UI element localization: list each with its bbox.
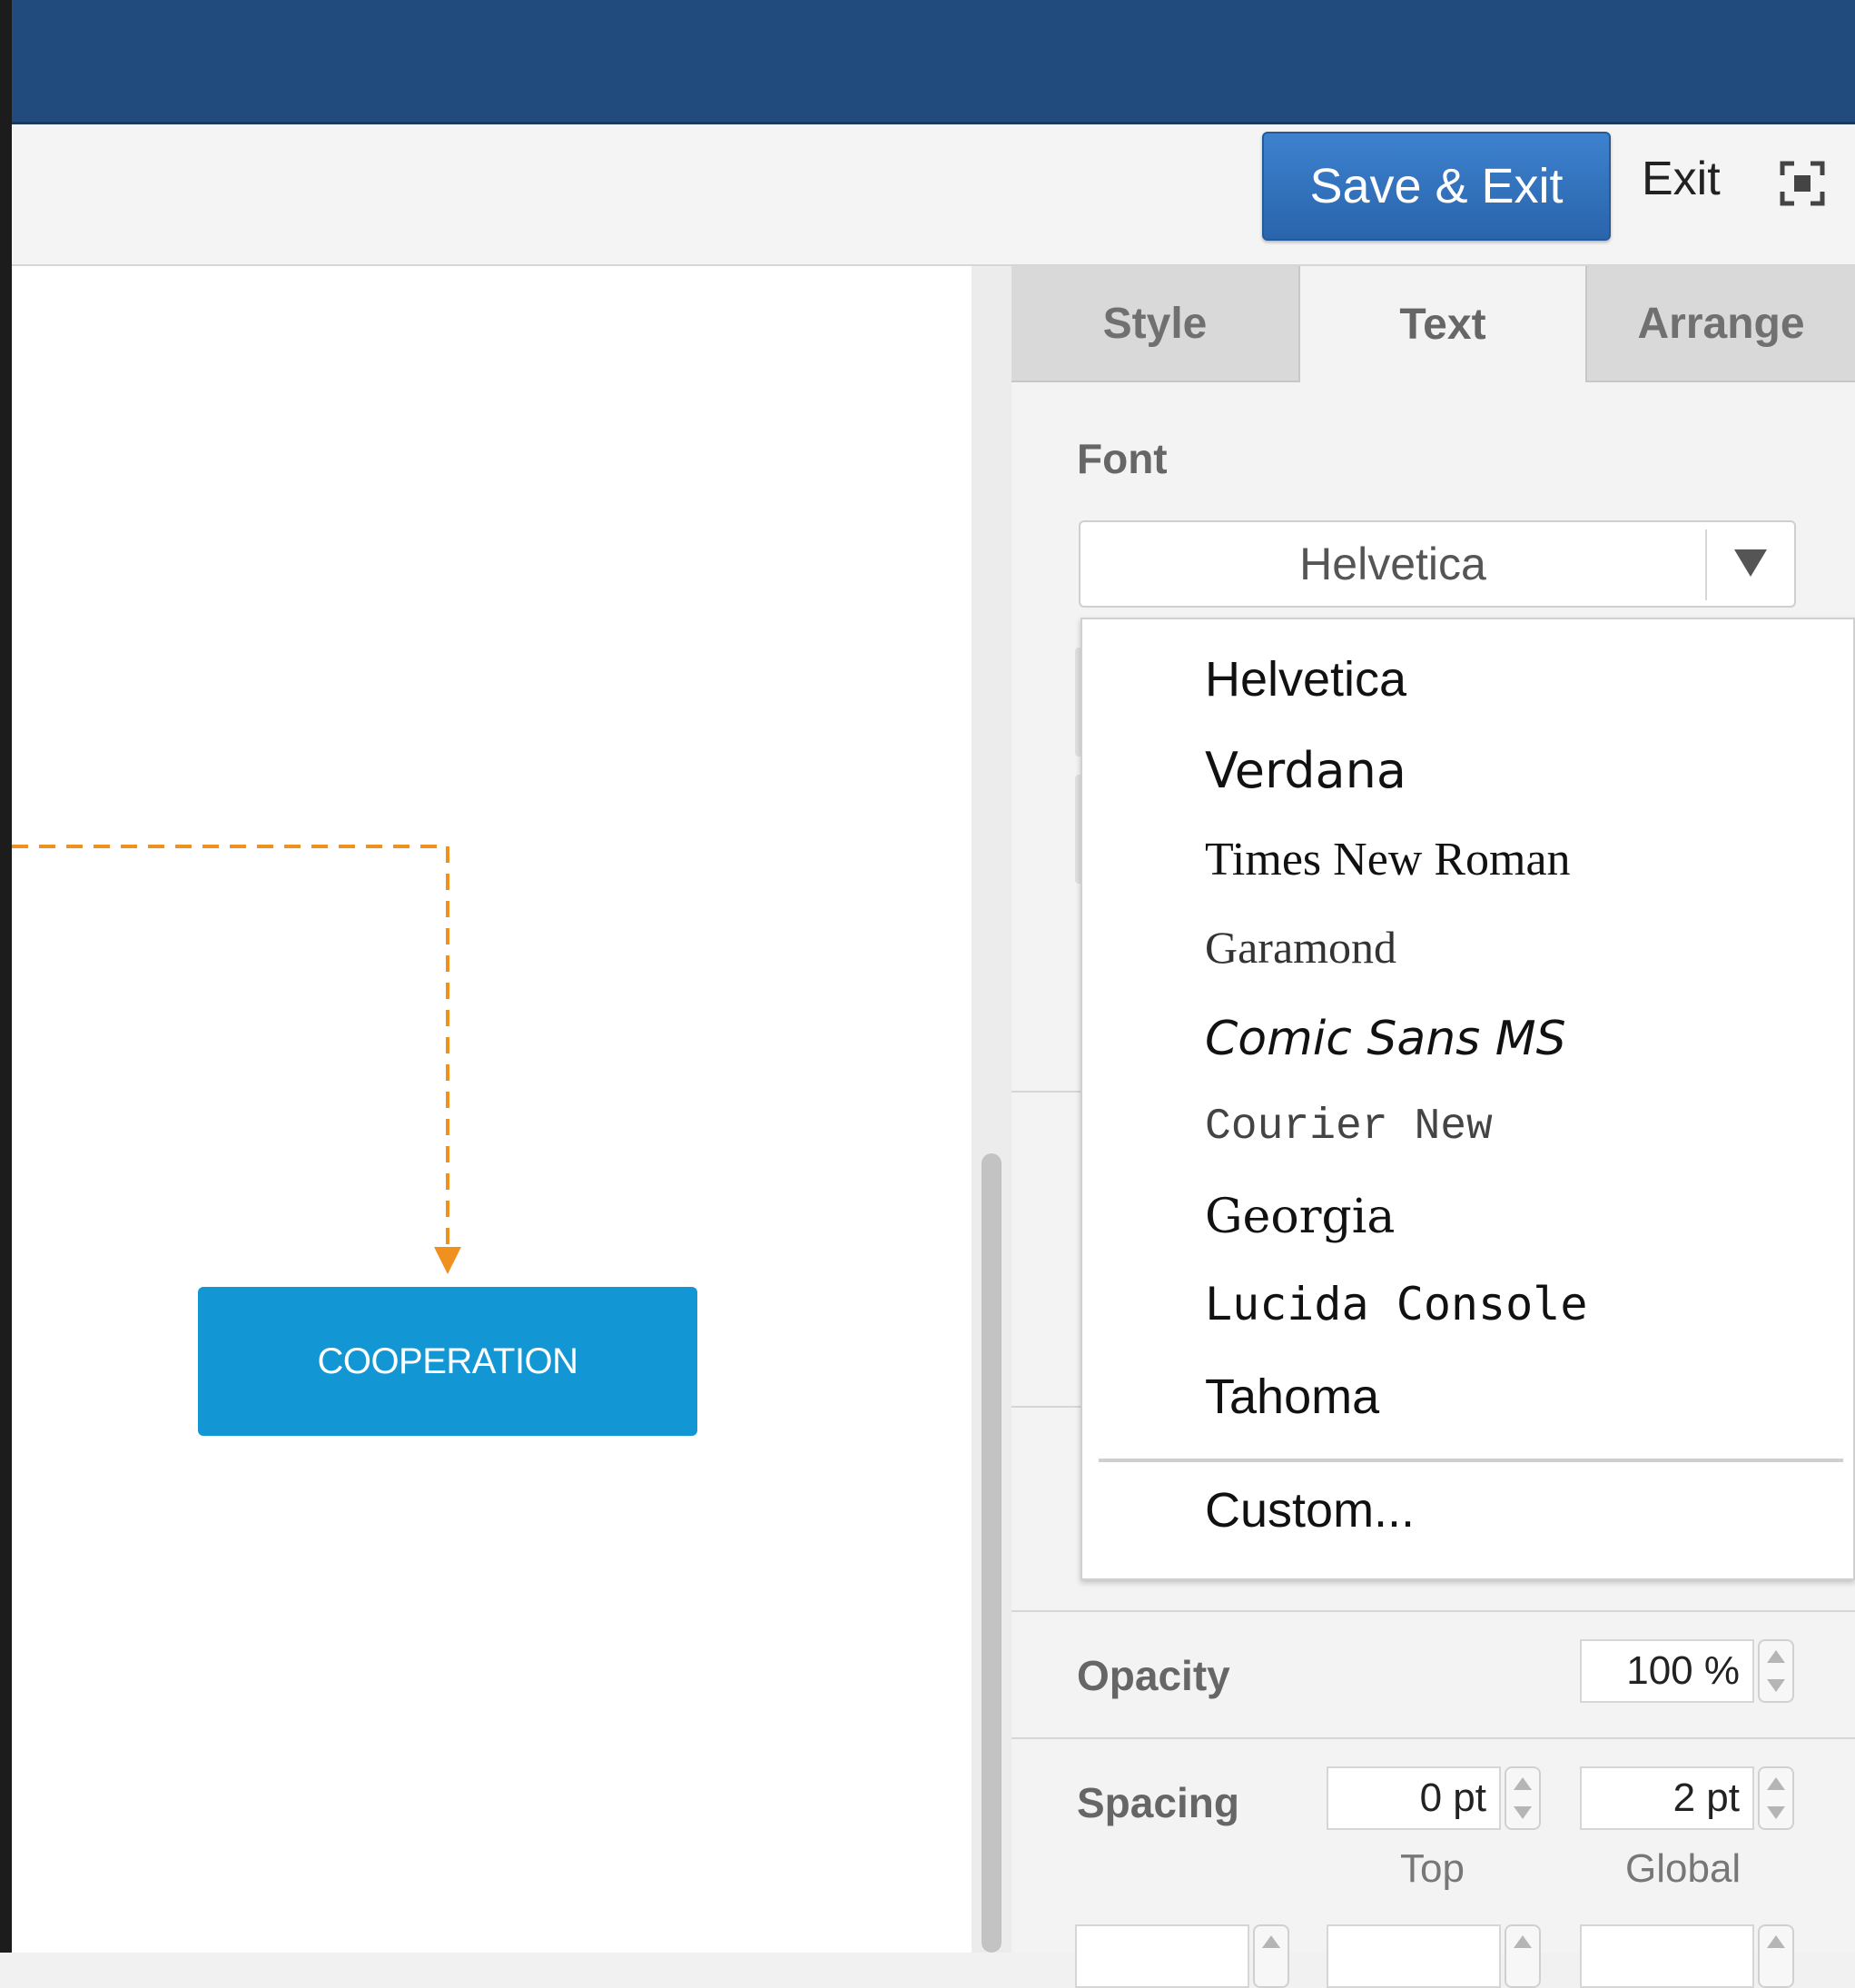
connector-arrowhead [434, 1247, 461, 1274]
spacing-top-input[interactable]: 0 pt [1327, 1766, 1501, 1830]
diagram-node-cooperation[interactable]: COOPERATION [198, 1287, 697, 1436]
spacing-right-input[interactable] [1580, 1924, 1754, 1988]
select-divider [1705, 529, 1707, 600]
section-divider [1011, 1091, 1080, 1093]
save-and-exit-button[interactable]: Save & Exit [1262, 132, 1611, 241]
exit-button[interactable]: Exit [1642, 152, 1721, 206]
stepper-up-icon[interactable] [1767, 1650, 1785, 1663]
canvas-scrollbar-thumb[interactable] [982, 1153, 1002, 1953]
section-divider [1011, 1406, 1080, 1408]
spacing-global-caption: Global [1625, 1846, 1742, 1891]
font-option-georgia[interactable]: Georgia [1205, 1190, 1395, 1244]
spacing-top-stepper[interactable] [1505, 1766, 1541, 1830]
stepper-down-icon[interactable] [1767, 1679, 1785, 1692]
dashed-connector [12, 845, 449, 1247]
spacing-label: Spacing [1077, 1779, 1239, 1826]
stepper-up-icon[interactable] [1514, 1935, 1532, 1948]
stepper-up-icon[interactable] [1262, 1935, 1280, 1948]
font-family-dropdown-menu[interactable]: Helvetica Verdana Times New Roman Garamo… [1080, 618, 1855, 1580]
window-edge [0, 0, 12, 1953]
tab-arrange[interactable]: Arrange [1587, 266, 1855, 382]
app-header [12, 0, 1855, 124]
stepper-up-icon[interactable] [1767, 1777, 1785, 1790]
opacity-input[interactable]: 100 % [1580, 1639, 1754, 1703]
font-family-value: Helvetica [1299, 539, 1486, 589]
dropdown-divider [1099, 1459, 1843, 1462]
spacing-global-input[interactable]: 2 pt [1580, 1766, 1754, 1830]
toolbar: Save & Exit Exit [12, 124, 1855, 266]
stepper-down-icon[interactable] [1514, 1806, 1532, 1819]
diagram-connectors [12, 845, 461, 1274]
stepper-down-icon[interactable] [1767, 1806, 1785, 1819]
spacing-right-stepper[interactable] [1758, 1924, 1794, 1988]
spacing-top-caption: Top [1400, 1846, 1465, 1891]
font-family-select[interactable]: Helvetica [1079, 520, 1796, 608]
stepper-up-icon[interactable] [1767, 1935, 1785, 1948]
font-option-times-new-roman[interactable]: Times New Roman [1205, 833, 1571, 886]
spacing-bottom-input[interactable] [1327, 1924, 1501, 1988]
spacing-left-input[interactable] [1075, 1924, 1249, 1988]
section-divider [1011, 1610, 1855, 1612]
font-option-helvetica[interactable]: Helvetica [1205, 651, 1406, 707]
font-option-courier-new[interactable]: Courier New [1205, 1103, 1493, 1152]
opacity-stepper[interactable] [1758, 1639, 1794, 1703]
tab-style[interactable]: Style [1011, 266, 1300, 382]
tab-text[interactable]: Text [1300, 266, 1587, 382]
font-option-custom[interactable]: Custom... [1205, 1482, 1415, 1538]
font-section-label: Font [1077, 435, 1168, 482]
font-option-comic-sans-ms[interactable]: Comic Sans MS [1205, 1012, 1566, 1066]
font-option-tahoma[interactable]: Tahoma [1205, 1369, 1379, 1425]
stepper-up-icon[interactable] [1514, 1777, 1532, 1790]
font-option-verdana[interactable]: Verdana [1205, 742, 1406, 799]
chevron-down-icon[interactable] [1734, 549, 1767, 577]
spacing-left-stepper[interactable] [1253, 1924, 1289, 1988]
section-divider [1011, 1737, 1855, 1739]
opacity-label: Opacity [1077, 1652, 1230, 1699]
font-option-garamond[interactable]: Garamond [1205, 921, 1396, 974]
fullscreen-icon[interactable] [1780, 161, 1825, 206]
spacing-bottom-stepper[interactable] [1505, 1924, 1541, 1988]
font-option-lucida-console[interactable]: Lucida Console [1205, 1278, 1587, 1330]
format-tabs: Style Text Arrange [1011, 266, 1855, 384]
spacing-global-stepper[interactable] [1758, 1766, 1794, 1830]
